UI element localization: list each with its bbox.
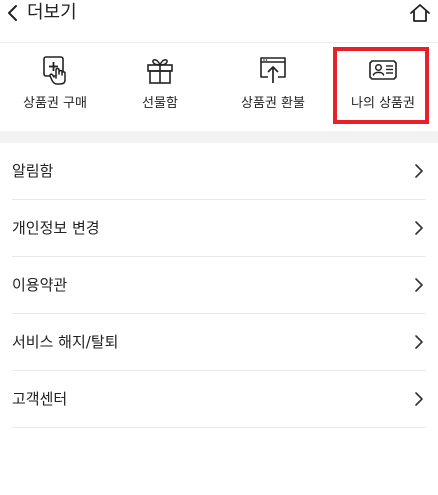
menu-item-personal-info[interactable]: 개인정보 변경 bbox=[12, 200, 426, 257]
menu-item-label: 이용약관 bbox=[12, 276, 68, 294]
gift-box-icon bbox=[147, 59, 173, 84]
quick-item-label: 상품권 환불 bbox=[241, 96, 305, 111]
menu-item-label: 개인정보 변경 bbox=[12, 219, 100, 237]
section-separator bbox=[0, 131, 438, 143]
home-button[interactable] bbox=[408, 1, 432, 25]
back-button[interactable] bbox=[2, 1, 24, 25]
chevron-right-icon bbox=[415, 278, 423, 292]
home-icon bbox=[410, 4, 430, 22]
page-title: 더보기 bbox=[27, 2, 77, 23]
chevron-right-icon bbox=[415, 221, 423, 235]
header-bar: 더보기 bbox=[0, 0, 438, 28]
quick-item-gift-box[interactable]: 선물함 bbox=[105, 43, 215, 131]
gift-card-purchase-icon bbox=[43, 56, 66, 85]
refund-icon bbox=[260, 57, 286, 83]
menu-item-cancel-service[interactable]: 서비스 해지/탈퇴 bbox=[12, 314, 426, 371]
quick-item-label: 나의 상품권 bbox=[351, 96, 415, 111]
chevron-left-icon bbox=[8, 5, 17, 21]
id-card-icon bbox=[369, 60, 397, 80]
menu-item-customer-center[interactable]: 고객센터 bbox=[12, 371, 426, 428]
chevron-right-icon bbox=[415, 164, 423, 178]
chevron-right-icon bbox=[415, 392, 423, 406]
quick-item-refund[interactable]: 상품권 환불 bbox=[218, 43, 328, 131]
menu-item-label: 고객센터 bbox=[12, 390, 68, 408]
menu-list: 알림함 개인정보 변경 이용약관 서비스 해지/탈퇴 고객센터 bbox=[12, 143, 426, 428]
menu-item-notifications[interactable]: 알림함 bbox=[12, 143, 426, 200]
chevron-right-icon bbox=[415, 335, 423, 349]
menu-item-label: 서비스 해지/탈퇴 bbox=[12, 333, 119, 351]
quick-item-label: 상품권 구매 bbox=[23, 96, 87, 111]
menu-item-label: 알림함 bbox=[12, 162, 54, 180]
quick-item-gift-card-purchase[interactable]: 상품권 구매 bbox=[0, 43, 110, 131]
quick-item-my-gift-card[interactable]: 나의 상품권 bbox=[328, 43, 438, 131]
menu-item-terms[interactable]: 이용약관 bbox=[12, 257, 426, 314]
quick-menu: 상품권 구매 선물함 상품권 환불 나의 상품권 bbox=[0, 43, 438, 131]
quick-item-label: 선물함 bbox=[142, 96, 178, 111]
